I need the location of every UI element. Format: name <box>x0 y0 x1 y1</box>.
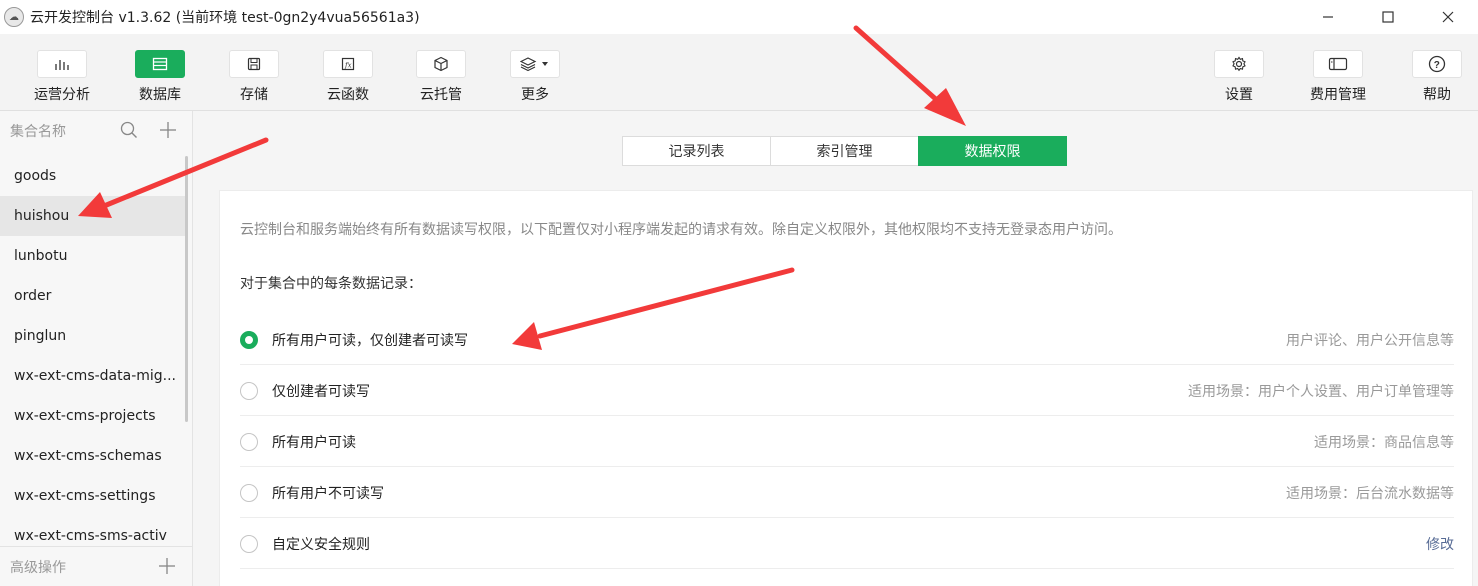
toolbar-cloud-hosting[interactable]: 云托管 <box>401 50 481 104</box>
database-icon <box>135 50 185 78</box>
minimize-button[interactable] <box>1298 0 1358 34</box>
collection-sidebar: 集合名称 goods huishou lunbotu order pinglun… <box>0 111 193 586</box>
billing-icon <box>1313 50 1363 78</box>
cube-icon <box>416 50 466 78</box>
tab-records[interactable]: 记录列表 <box>622 136 771 166</box>
toolbar-database[interactable]: 数据库 <box>120 50 200 104</box>
app-logo-icon: ☁ <box>4 7 24 27</box>
gear-icon <box>1214 50 1264 78</box>
collection-list: goods huishou lunbotu order pinglun wx-e… <box>0 156 186 542</box>
advanced-operations-label: 高级操作 <box>10 559 66 576</box>
toolbar-help[interactable]: ? 帮助 <box>1397 50 1477 104</box>
function-icon: fx <box>323 50 373 78</box>
save-icon <box>229 50 279 78</box>
title-bar: ☁ 云开发控制台 v1.3.62 (当前环境 test-0gn2y4vua565… <box>0 0 1478 34</box>
permission-option[interactable]: 自定义安全规则 修改 <box>240 519 1454 569</box>
toolbar-settings[interactable]: 设置 <box>1199 50 1279 104</box>
collection-item[interactable]: lunbotu <box>0 236 186 276</box>
collection-item[interactable]: wx-ext-cms-sms-activ <box>0 516 186 542</box>
collection-item[interactable]: wx-ext-cms-projects <box>0 396 186 436</box>
collection-header-label: 集合名称 <box>10 124 66 140</box>
collection-header: 集合名称 <box>0 111 192 151</box>
minimize-icon <box>1323 16 1333 18</box>
advanced-operations: 高级操作 <box>0 546 192 586</box>
search-icon[interactable] <box>120 121 138 143</box>
radio-unchecked[interactable] <box>240 483 258 502</box>
collection-item[interactable]: wx-ext-cms-settings <box>0 476 186 516</box>
tab-indexes[interactable]: 索引管理 <box>770 136 919 166</box>
collection-item[interactable]: wx-ext-cms-data-mig... <box>0 356 186 396</box>
radio-unchecked[interactable] <box>240 381 258 400</box>
permissions-panel: 云控制台和服务端始终有所有数据读写权限，以下配置仅对小程序端发起的请求有效。除自… <box>219 190 1473 586</box>
collection-item[interactable]: order <box>0 276 186 316</box>
main-content: 记录列表 索引管理 数据权限 云控制台和服务端始终有所有数据读写权限，以下配置仅… <box>194 111 1478 586</box>
toolbar-storage[interactable]: 存储 <box>214 50 294 104</box>
collection-item-selected[interactable]: huishou <box>0 196 186 236</box>
main-toolbar: 运营分析 数据库 存储 fx 云函数 云托管 更多 设置 费用管理 ? 帮助 <box>0 34 1478 111</box>
layers-icon <box>510 50 560 78</box>
collection-item[interactable]: goods <box>0 156 186 196</box>
radio-unchecked[interactable] <box>240 534 258 553</box>
svg-text:fx: fx <box>344 62 352 70</box>
toolbar-billing[interactable]: 费用管理 <box>1298 50 1378 104</box>
tab-permissions[interactable]: 数据权限 <box>918 136 1067 166</box>
svg-text:?: ? <box>1434 60 1440 71</box>
window-title: 云开发控制台 v1.3.62 (当前环境 test-0gn2y4vua56561… <box>30 10 420 26</box>
close-button[interactable] <box>1418 0 1478 34</box>
permissions-description: 云控制台和服务端始终有所有数据读写权限，以下配置仅对小程序端发起的请求有效。除自… <box>240 222 1122 238</box>
permission-option[interactable]: 所有用户可读，仅创建者可读写 用户评论、用户公开信息等 <box>240 315 1454 365</box>
window-controls <box>1298 0 1478 34</box>
permission-option[interactable]: 所有用户可读 适用场景：商品信息等 <box>240 417 1454 467</box>
radio-unchecked[interactable] <box>240 432 258 451</box>
add-collection-icon[interactable] <box>159 121 177 143</box>
tab-bar: 记录列表 索引管理 数据权限 <box>622 136 1067 166</box>
toolbar-more[interactable]: 更多 <box>495 50 575 104</box>
edit-rules-link[interactable]: 修改 <box>1426 534 1454 554</box>
sidebar-scrollbar[interactable] <box>185 156 188 422</box>
toolbar-analytics[interactable]: 运营分析 <box>22 50 102 104</box>
permissions-subheading: 对于集合中的每条数据记录： <box>240 276 422 292</box>
permission-option[interactable]: 所有用户不可读写 适用场景：后台流水数据等 <box>240 468 1454 518</box>
collection-item[interactable]: pinglun <box>0 316 186 356</box>
permission-option[interactable]: 仅创建者可读写 适用场景：用户个人设置、用户订单管理等 <box>240 366 1454 416</box>
bar-chart-icon <box>37 50 87 78</box>
maximize-icon <box>1382 11 1394 23</box>
collection-item[interactable]: wx-ext-cms-schemas <box>0 436 186 476</box>
radio-checked[interactable] <box>240 330 258 349</box>
toolbar-cloud-function[interactable]: fx 云函数 <box>308 50 388 104</box>
help-icon: ? <box>1412 50 1462 78</box>
add-advanced-icon[interactable] <box>158 557 176 579</box>
close-icon <box>1442 11 1454 23</box>
maximize-button[interactable] <box>1358 0 1418 34</box>
